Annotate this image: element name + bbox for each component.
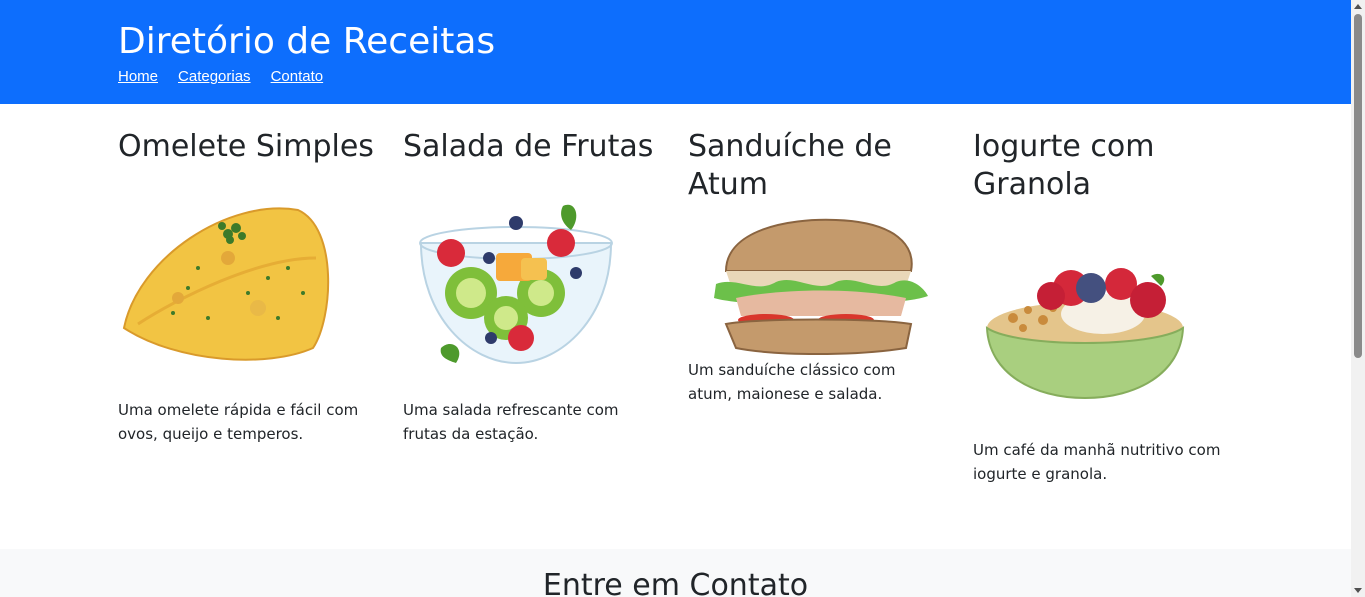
site-header: Diretório de Receitas Home Categorias Co… xyxy=(0,0,1351,104)
recipe-card-iogurte: Iogurte com Granola Um café da manhã nut… xyxy=(973,128,1233,483)
nav-link-categorias[interactable]: Categorias xyxy=(178,66,251,88)
yogurt-granola-image xyxy=(985,268,1185,400)
main-nav: Home Categorias Contato xyxy=(118,66,323,88)
recipe-description: Uma omelete rápida e fácil com ovos, que… xyxy=(118,401,359,443)
fruit-salad-image xyxy=(419,204,613,365)
recipe-description: Um sanduíche clássico com atum, maionese… xyxy=(688,361,896,403)
nav-link-home[interactable]: Home xyxy=(118,66,158,88)
omelette-image xyxy=(122,207,330,361)
recipe-card-salada: Salada de Frutas Uma salada refrescante … xyxy=(403,128,663,443)
recipe-title: Sanduíche de Atum xyxy=(688,129,892,202)
recipe-description: Uma salada refrescante com frutas da est… xyxy=(403,401,619,443)
scroll-down-icon[interactable] xyxy=(1354,588,1362,593)
recipe-title: Salada de Frutas xyxy=(403,129,654,164)
recipe-card-sanduiche: Sanduíche de Atum Um sanduíche clássico … xyxy=(688,128,948,403)
vertical-scrollbar[interactable] xyxy=(1351,0,1365,597)
recipe-title: Omelete Simples xyxy=(118,129,374,164)
scrollbar-thumb[interactable] xyxy=(1354,14,1362,358)
scroll-up-icon[interactable] xyxy=(1354,4,1362,9)
recipe-card-omelete: Omelete Simples Uma omelete rápida e fác… xyxy=(118,128,378,443)
nav-link-contato[interactable]: Contato xyxy=(271,66,324,88)
recipe-description: Um café da manhã nutritivo com iogurte e… xyxy=(973,441,1221,483)
contact-section: Entre em Contato xyxy=(0,549,1351,597)
contact-title: Entre em Contato xyxy=(542,568,809,597)
recipe-title: Iogurte com Granola xyxy=(973,129,1155,202)
tuna-sandwich-image xyxy=(714,218,928,355)
site-title: Diretório de Receitas xyxy=(118,21,496,62)
